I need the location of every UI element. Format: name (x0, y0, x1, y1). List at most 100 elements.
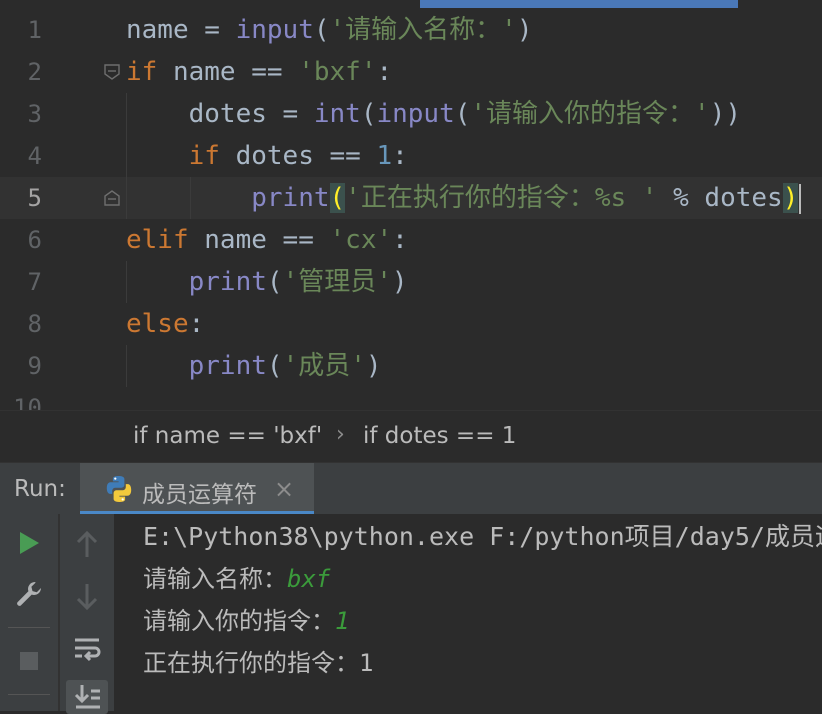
breadcrumb-item-if-name[interactable]: if name == 'bxf' (133, 423, 322, 449)
code-token: : (392, 141, 408, 171)
code-token: ( (266, 267, 283, 297)
horizontal-scroll-thumb[interactable] (420, 0, 738, 8)
code-token: elif (126, 225, 189, 255)
code-token: = (188, 15, 236, 45)
code-line[interactable]: 6 elif name == 'cx': (0, 219, 822, 261)
code-text[interactable]: if dotes == 1: (126, 135, 408, 177)
line-number[interactable]: 9 (0, 345, 42, 387)
code-token: name (126, 15, 189, 45)
code-text[interactable]: if name == 'bxf': (126, 51, 392, 93)
run-icon[interactable] (12, 526, 46, 560)
code-text[interactable]: elif name == 'cx': (126, 219, 408, 261)
run-panel-header: Run: 成员运算符 × (0, 462, 822, 515)
console-line: 请输入你的指令：1 (143, 600, 349, 642)
code-token: if (188, 141, 220, 171)
line-number[interactable]: 4 (0, 135, 42, 177)
line-number[interactable]: 10 (0, 387, 42, 410)
code-token: ( (313, 15, 330, 45)
code-token: print (188, 267, 267, 297)
code-token: ) (516, 15, 533, 45)
console-line: 请输入名称：bxf (143, 558, 330, 600)
code-line[interactable]: 10 (0, 387, 822, 410)
console-output[interactable]: E:\Python38\python.exe F:/python项目/day5/… (143, 514, 822, 711)
toolbar-divider (8, 627, 50, 628)
code-text[interactable]: else: (126, 303, 204, 345)
breadcrumb-separator: › (336, 422, 345, 447)
console-prompt: 请输入名称： (143, 565, 287, 593)
code-token: ) (391, 267, 408, 297)
code-token: '管理员' (282, 267, 392, 297)
code-line[interactable]: 3 dotes = int(input('请输入你的指令：')) (0, 93, 822, 135)
code-token: ) (782, 183, 799, 213)
code-token: ( (329, 183, 346, 213)
wrench-icon[interactable] (12, 577, 46, 611)
code-token: % dotes (657, 183, 783, 213)
code-token: else (126, 309, 189, 339)
code-line[interactable]: 5 print('正在执行你的指令：%s ' % dotes) (0, 177, 822, 219)
code-token: '成员' (282, 351, 366, 381)
scroll-to-end-icon[interactable] (66, 680, 108, 714)
up-arrow-icon[interactable] (70, 528, 104, 562)
soft-wrap-icon[interactable] (70, 632, 104, 666)
code-text[interactable]: print('管理员') (126, 261, 408, 303)
code-token: '请输入名称：' (329, 15, 517, 45)
code-line[interactable]: 9 print('成员') (0, 345, 822, 387)
line-number[interactable]: 8 (0, 303, 42, 345)
fold-expanded-icon[interactable] (104, 64, 120, 80)
breadcrumb: if name == 'bxf' › if dotes == 1 (0, 410, 822, 463)
line-number[interactable]: 1 (0, 9, 42, 51)
code-token: 'bxf' (298, 57, 377, 87)
code-token: ) (365, 351, 382, 381)
console-line: 正在执行你的指令：1 (143, 642, 373, 684)
code-text[interactable]: print('正在执行你的指令：%s ' % dotes) (126, 177, 802, 219)
console-user-input: bxf (287, 565, 331, 593)
fold-end-icon[interactable] (104, 190, 120, 206)
run-tab-title: 成员运算符 (142, 482, 257, 508)
line-number[interactable]: 2 (0, 51, 42, 93)
console-prompt: 请输入你的指令： (143, 607, 335, 635)
code-line[interactable]: 8 else: (0, 303, 822, 345)
code-token: '正在执行你的指令：%s ' (345, 183, 658, 213)
code-line[interactable]: 4 if dotes == 1: (0, 135, 822, 177)
code-token: : (392, 225, 408, 255)
text-caret (799, 183, 802, 214)
code-text[interactable]: dotes = int(input('请输入你的指令：')) (126, 93, 741, 135)
line-number[interactable]: 3 (0, 93, 42, 135)
console-user-input: 1 (335, 607, 350, 635)
console-command-line: E:\Python38\python.exe F:/python项目/day5/… (143, 522, 822, 551)
code-token: print (188, 351, 267, 381)
code-token: name == (157, 57, 299, 87)
console-output-text: 正在执行你的指令：1 (143, 649, 374, 677)
code-line[interactable]: 7 print('管理员') (0, 261, 822, 303)
code-token: ( (360, 99, 377, 129)
code-token: 'cx' (329, 225, 393, 255)
code-token: if (126, 57, 158, 87)
code-token: ( (454, 99, 471, 129)
close-tab-icon[interactable]: × (274, 475, 294, 503)
code-text[interactable]: name = input('请输入名称：') (126, 9, 533, 51)
code-token: '请输入你的指令：' (470, 99, 710, 129)
code-token: print (251, 183, 330, 213)
down-arrow-icon[interactable] (70, 579, 104, 613)
line-number[interactable]: 6 (0, 219, 42, 261)
code-text[interactable]: print('成员') (126, 345, 382, 387)
stop-icon[interactable] (12, 644, 46, 678)
code-token: : (376, 57, 393, 87)
code-editor[interactable]: 1 name = input('请输入名称：') 2 if name == 'bxf'… (0, 0, 822, 410)
code-token: : (188, 309, 205, 339)
code-token: input (235, 15, 314, 45)
toolbar-divider (8, 694, 50, 695)
code-token: input (376, 99, 455, 129)
code-token: dotes == (219, 141, 377, 171)
run-panel-body: E:\Python38\python.exe F:/python项目/day5/… (0, 514, 822, 714)
code-token: int (313, 99, 361, 129)
code-line[interactable]: 1 name = input('请输入名称：') (0, 9, 822, 51)
code-token: dotes = (126, 99, 314, 129)
code-line[interactable]: 2 if name == 'bxf': (0, 51, 822, 93)
line-number[interactable]: 5 (0, 177, 42, 219)
line-number[interactable]: 7 (0, 261, 42, 303)
breadcrumb-item-if-dotes[interactable]: if dotes == 1 (363, 423, 516, 449)
